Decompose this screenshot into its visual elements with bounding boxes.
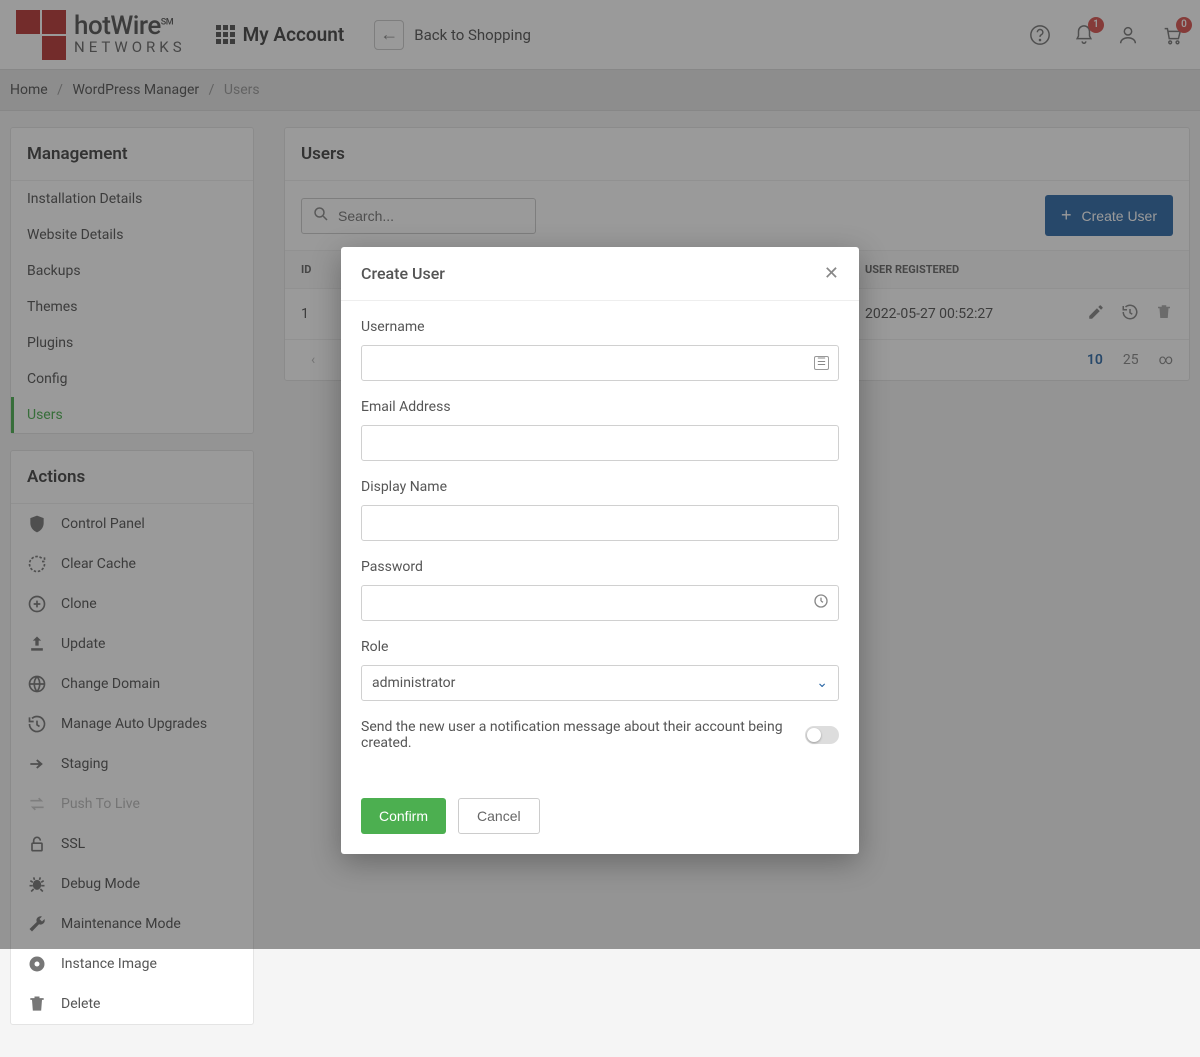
create-user-modal: Create User ✕ Username ☰ Email Address D… (341, 247, 859, 854)
modal-overlay[interactable]: Create User ✕ Username ☰ Email Address D… (0, 0, 1200, 949)
role-select[interactable]: administrator ⌄ (361, 665, 839, 701)
chevron-down-icon: ⌄ (816, 675, 828, 691)
action-instance-image[interactable]: Instance Image (11, 944, 253, 984)
password-field[interactable] (361, 585, 839, 621)
contact-card-icon: ☰ (814, 356, 829, 370)
username-field[interactable] (361, 345, 839, 381)
display-name-label: Display Name (361, 479, 839, 495)
username-label: Username (361, 319, 839, 335)
cancel-button[interactable]: Cancel (458, 798, 540, 834)
trash-icon (27, 994, 47, 1014)
role-value: administrator (372, 675, 455, 691)
password-label: Password (361, 559, 839, 575)
modal-title: Create User (361, 264, 445, 283)
generate-password-icon[interactable] (813, 593, 829, 613)
email-field[interactable] (361, 425, 839, 461)
confirm-button[interactable]: Confirm (361, 798, 446, 834)
role-label: Role (361, 639, 839, 655)
disc-icon (27, 954, 47, 974)
action-delete[interactable]: Delete (11, 984, 253, 1024)
display-name-field[interactable] (361, 505, 839, 541)
email-label: Email Address (361, 399, 839, 415)
close-icon[interactable]: ✕ (824, 263, 839, 284)
notify-toggle[interactable] (805, 726, 839, 744)
notify-text: Send the new user a notification message… (361, 719, 805, 751)
